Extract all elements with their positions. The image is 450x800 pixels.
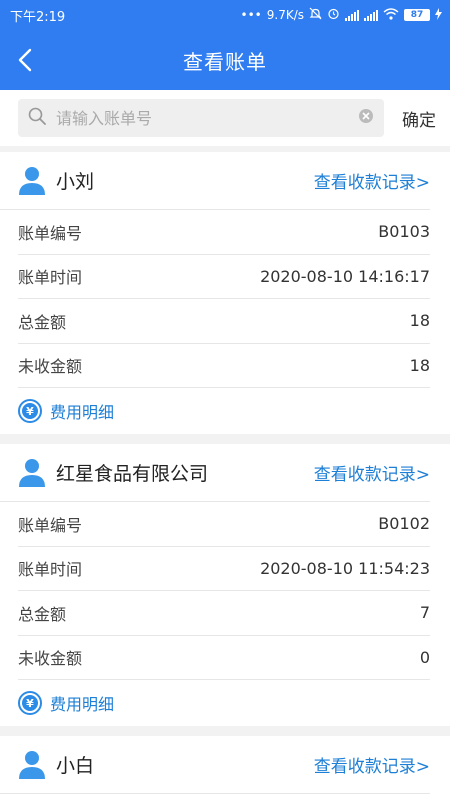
uncollected-value: 0	[419, 647, 430, 667]
bill-card: 小刘 查看收款记录> 账单编号 B0103 账单时间 2020-08-10 14…	[0, 152, 450, 434]
status-bar: 下午2:19 ••• 9.7K/s 87	[0, 0, 450, 30]
fee-detail-button[interactable]: ¥ 费用明细	[18, 680, 450, 726]
confirm-button[interactable]: 确定	[402, 106, 436, 131]
bill-card-header: 红星食品有限公司 查看收款记录>	[0, 444, 430, 502]
fee-detail-button[interactable]: ¥ 费用明细	[18, 388, 450, 434]
uncollected-value: 18	[409, 355, 430, 375]
back-icon[interactable]	[10, 45, 40, 75]
bill-time-row: 账单时间 2020-08-10 11:54:23	[18, 547, 430, 591]
user-avatar-icon	[19, 750, 45, 779]
nav-bar: 查看账单	[0, 30, 450, 90]
total-label: 总金额	[18, 604, 67, 624]
wifi-icon	[383, 7, 399, 23]
dots-icon: •••	[240, 8, 262, 22]
clear-icon[interactable]	[358, 108, 374, 128]
view-payment-records-link[interactable]: 查看收款记录>	[314, 460, 430, 485]
uncollected-label: 未收金额	[18, 357, 83, 377]
mute-bell-icon	[309, 7, 322, 23]
bill-time-label: 账单时间	[18, 560, 83, 580]
fee-detail-label: 费用明细	[50, 695, 115, 714]
bill-no-row: 账单编号 B0102	[18, 502, 430, 547]
bill-card: 红星食品有限公司 查看收款记录> 账单编号 B0102 账单时间 2020-08…	[0, 444, 450, 726]
search-input[interactable]	[56, 108, 358, 128]
total-row: 总金额 7	[18, 591, 430, 636]
bill-time-value: 2020-08-10 14:16:17	[260, 266, 430, 286]
bill-no-label: 账单编号	[18, 515, 83, 535]
signal-icon	[345, 9, 359, 21]
uncollected-label: 未收金额	[18, 649, 83, 669]
bill-time-row: 账单时间 2020-08-10 14:16:17	[18, 255, 430, 299]
alarm-icon	[327, 7, 340, 23]
uncollected-row: 未收金额 0	[18, 636, 430, 680]
bill-card-header: 小刘 查看收款记录>	[0, 152, 430, 210]
bill-no-row: 账单编号 B0103	[18, 210, 430, 255]
search-icon	[28, 107, 46, 129]
customer-name: 红星食品有限公司	[56, 463, 209, 485]
view-payment-records-link[interactable]: 查看收款记录>	[314, 752, 430, 777]
page-title: 查看账单	[183, 49, 267, 74]
bill-card: 小白 查看收款记录>	[0, 736, 450, 800]
uncollected-row: 未收金额 18	[18, 344, 430, 388]
total-row: 总金额 18	[18, 299, 430, 344]
total-value: 18	[409, 311, 430, 331]
bill-no-value: B0103	[378, 222, 430, 242]
search-box	[18, 99, 384, 137]
charging-icon	[435, 7, 442, 23]
battery-icon: 87	[404, 9, 430, 21]
user-avatar-icon	[19, 166, 45, 195]
customer-name: 小白	[56, 755, 95, 777]
status-icons: ••• 9.7K/s 87	[241, 7, 442, 23]
bill-time-label: 账单时间	[18, 268, 83, 288]
status-time: 下午2:19	[10, 9, 66, 25]
bill-no-label: 账单编号	[18, 223, 83, 243]
yen-icon: ¥	[18, 691, 42, 715]
total-value: 7	[419, 603, 430, 623]
customer-name: 小刘	[56, 171, 95, 193]
net-speed: 9.7K/s	[266, 8, 304, 22]
signal-icon	[364, 9, 378, 21]
fee-detail-label: 费用明细	[50, 403, 115, 422]
yen-icon: ¥	[18, 399, 42, 423]
view-payment-records-link[interactable]: 查看收款记录>	[314, 168, 430, 193]
bill-no-value: B0102	[378, 514, 430, 534]
total-label: 总金额	[18, 312, 67, 332]
user-avatar-icon	[19, 458, 45, 487]
search-bar: 确定	[0, 90, 450, 146]
bill-card-header: 小白 查看收款记录>	[0, 736, 430, 794]
bill-time-value: 2020-08-10 11:54:23	[260, 558, 430, 578]
